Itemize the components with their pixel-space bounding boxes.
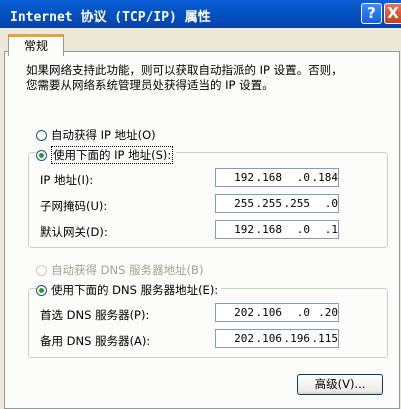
default-gateway-field[interactable]: 192 .168 .0 .1 [215,220,339,239]
default-gateway-label: 默认网关(D): [40,225,108,239]
octet: 192 [234,223,254,236]
octet: .106 [255,332,283,345]
preferred-dns-label: 首选 DNS 服务器(P): [40,308,150,322]
radio-icon [36,129,47,141]
auto-ip-radio[interactable]: 自动获得 IP 地址(O) [36,127,156,143]
description-line-1: 如果网络支持此功能，则可以获取自动指派的 IP 设置。否则， [26,63,343,77]
octet: 202 [234,332,254,345]
alternate-dns-field[interactable]: 202 .106 .196 .115 [215,329,339,348]
octet: .168 [255,171,283,184]
radio-checked-icon [36,284,47,296]
octet: .0 [296,171,310,184]
subnet-mask-field[interactable]: 255 .255 .255 .0 [215,194,339,213]
octet: .255 [283,197,311,210]
octet: .106 [255,306,283,319]
manual-ip-label: 使用下面的 IP 地址(S): [51,146,174,164]
octet: .115 [311,332,339,345]
ip-address-label: IP 地址(I): [40,173,94,187]
title-bar: Internet 协议 (TCP/IP) 属性 ? X [0,0,401,29]
auto-ip-label: 自动获得 IP 地址(O) [51,128,156,142]
auto-dns-label: 自动获得 DNS 服务器地址(B) [51,263,204,277]
advanced-button[interactable]: 高级(V)... [297,374,383,395]
tab-general[interactable]: 常规 [8,34,64,56]
description-line-2: 您需要从网络系统管理员处获得适当的 IP 设置。 [26,78,274,92]
octet: .20 [318,306,338,319]
close-button[interactable]: X [384,3,401,24]
help-button[interactable]: ? [361,3,382,24]
octet: 255 [234,197,254,210]
octet: .196 [283,332,311,345]
window-title: Internet 协议 (TCP/IP) 属性 [10,10,211,25]
manual-dns-label: 使用下面的 DNS 服务器地址(E): [51,283,219,297]
alternate-dns-label: 备用 DNS 服务器(A): [40,334,151,348]
octet: .168 [255,223,283,236]
ip-address-field[interactable]: 192 .168 .0 .184 [215,168,339,187]
octet: .1 [324,223,338,236]
octet: 202 [234,306,254,319]
auto-dns-radio[interactable]: 自动获得 DNS 服务器地址(B) [36,262,203,278]
preferred-dns-field[interactable]: 202 .106 .0 .20 [215,303,339,322]
manual-ip-radio[interactable]: 使用下面的 IP 地址(S): [36,146,177,164]
octet: 192 [234,171,254,184]
manual-dns-radio[interactable]: 使用下面的 DNS 服务器地址(E): [36,282,222,298]
octet: .0 [296,223,310,236]
radio-icon [36,264,47,276]
octet: .184 [311,171,339,184]
octet: .0 [324,197,338,210]
octet: .0 [296,306,310,319]
description: 如果网络支持此功能，则可以获取自动指派的 IP 设置。否则， 您需要从网络系统管… [26,63,376,93]
radio-checked-icon [36,149,47,161]
octet: .255 [255,197,283,210]
subnet-mask-label: 子网掩码(U): [40,199,108,213]
